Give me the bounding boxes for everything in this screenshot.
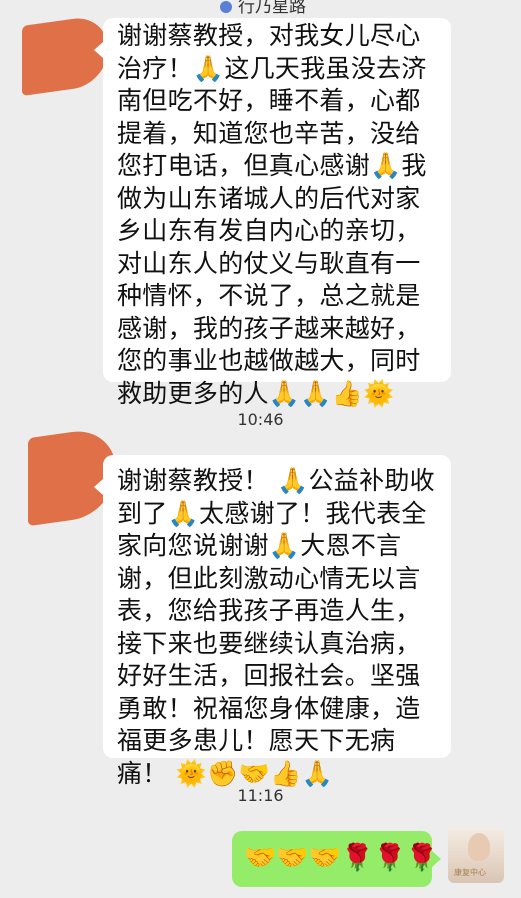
chat-header: 行乃星路	[0, 0, 521, 16]
bubble-tail	[94, 42, 103, 58]
message-text: 谢谢蔡教授，对我女儿尽心治疗！🙏这几天我虽没去济南但吃不好，睡不着，心都提着，知…	[117, 21, 427, 408]
contact-icon	[220, 1, 232, 13]
bubble-tail	[94, 479, 103, 495]
my-avatar[interactable]: 康复中心	[448, 827, 504, 883]
my-message-bubble[interactable]: 🤝🤝🤝🌹🌹🌹	[232, 831, 441, 887]
message-text: 🤝🤝🤝🌹🌹🌹	[244, 843, 439, 873]
timestamp: 11:16	[237, 786, 284, 805]
message-bubble[interactable]: 谢谢蔡教授！ 🙏公益补助收到了🙏太感谢了！我代表全家向您说谢谢🙏大恩不言谢，但此…	[94, 455, 451, 788]
message-bubble[interactable]: 谢谢蔡教授，对我女儿尽心治疗！🙏这几天我虽没去济南但吃不好，睡不着，心都提着，知…	[94, 18, 451, 408]
chat-title: 行乃星路	[220, 0, 306, 16]
timestamp: 10:46	[237, 410, 284, 429]
avatar-caption: 康复中心	[454, 868, 486, 877]
message-text: 谢谢蔡教授！ 🙏公益补助收到了🙏太感谢了！我代表全家向您说谢谢🙏大恩不言谢，但此…	[117, 466, 435, 788]
avatar-figure	[468, 833, 490, 861]
chat-title-text: 行乃星路	[238, 0, 306, 16]
